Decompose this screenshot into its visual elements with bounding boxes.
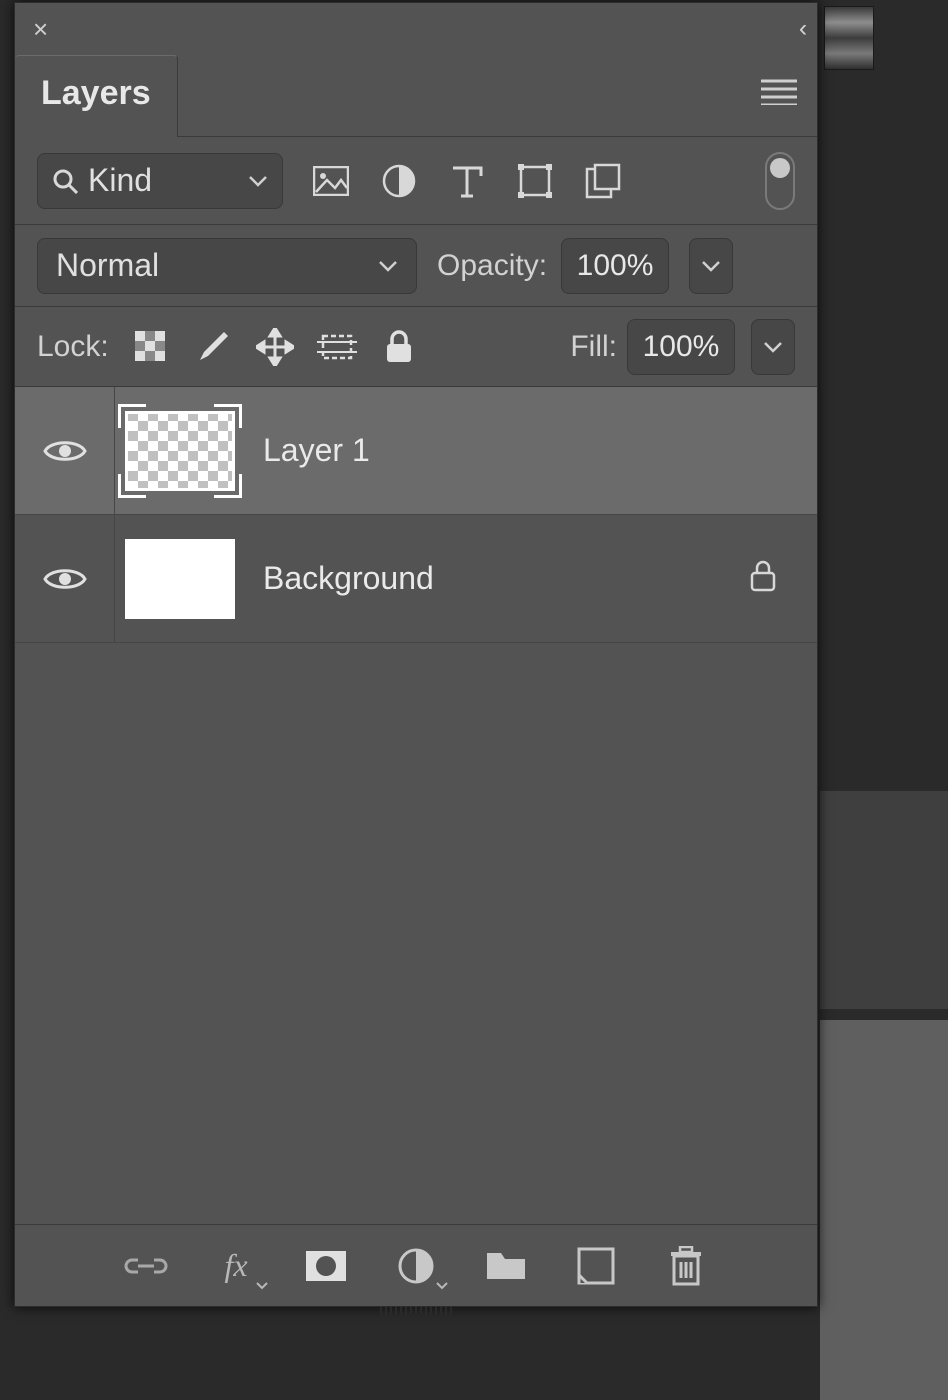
layer-name[interactable]: Layer 1 [263, 432, 777, 469]
layer-thumbnail[interactable] [115, 539, 245, 619]
layer-style-icon[interactable]: fx [214, 1244, 258, 1288]
toolbar-fragment [824, 6, 874, 70]
link-layers-icon[interactable] [124, 1244, 168, 1288]
close-icon[interactable]: × [33, 16, 48, 42]
visibility-toggle[interactable] [15, 387, 115, 514]
lock-transparency-icon[interactable] [131, 327, 171, 367]
filter-kind-label: Kind [88, 162, 238, 199]
background-strip [820, 790, 948, 1010]
lock-label: Lock: [37, 330, 109, 364]
opacity-input[interactable]: 100% [561, 238, 669, 294]
layer-footer-bar: fx [15, 1224, 817, 1306]
filter-adjustment-icon[interactable] [379, 161, 419, 201]
layer-mask-icon[interactable] [304, 1244, 348, 1288]
search-icon [52, 168, 78, 194]
delete-layer-icon[interactable] [664, 1244, 708, 1288]
layer-list: Layer 1 Background [15, 387, 817, 1224]
blend-mode-value: Normal [56, 247, 378, 284]
lock-all-icon[interactable] [379, 327, 419, 367]
lock-artboard-icon[interactable] [317, 327, 357, 367]
layer-thumbnail[interactable] [115, 411, 245, 491]
new-layer-icon[interactable] [574, 1244, 618, 1288]
fill-label: Fill: [570, 330, 617, 364]
resize-grip[interactable] [356, 1306, 476, 1316]
panel-tab-row: Layers [15, 55, 817, 137]
panel-menu-icon[interactable] [761, 79, 797, 105]
layer-name[interactable]: Background [263, 560, 749, 597]
filter-toggle[interactable] [765, 152, 795, 210]
layer-filter-bar: Kind [15, 137, 817, 225]
filter-shape-icon[interactable] [515, 161, 555, 201]
eye-icon [43, 436, 87, 466]
filter-kind-select[interactable]: Kind [37, 153, 283, 209]
filter-type-icon[interactable] [447, 161, 487, 201]
chevron-down-icon [248, 175, 268, 187]
adjustment-layer-icon[interactable] [394, 1244, 438, 1288]
panel-titlebar: × ‹‹ [15, 3, 817, 55]
filter-smartobject-icon[interactable] [583, 161, 623, 201]
chevron-down-icon [378, 260, 398, 272]
opacity-dropdown[interactable] [689, 238, 733, 294]
fill-input[interactable]: 100% [627, 319, 735, 375]
lock-position-icon[interactable] [255, 327, 295, 367]
layer-row[interactable]: Background [15, 515, 817, 643]
lock-row: Lock: Fill: 100% [15, 307, 817, 387]
visibility-toggle[interactable] [15, 515, 115, 642]
new-group-icon[interactable] [484, 1244, 528, 1288]
layers-panel: × ‹‹ Layers Kind [14, 2, 818, 1307]
eye-icon [43, 564, 87, 594]
lock-icon [749, 560, 777, 597]
background-strip [820, 1020, 948, 1400]
fill-dropdown[interactable] [751, 319, 795, 375]
blend-mode-row: Normal Opacity: 100% [15, 225, 817, 307]
blend-mode-select[interactable]: Normal [37, 238, 417, 294]
lock-paint-icon[interactable] [193, 327, 233, 367]
tab-layers[interactable]: Layers [15, 55, 178, 137]
layer-row[interactable]: Layer 1 [15, 387, 817, 515]
opacity-label: Opacity: [437, 249, 547, 283]
filter-pixel-icon[interactable] [311, 161, 351, 201]
